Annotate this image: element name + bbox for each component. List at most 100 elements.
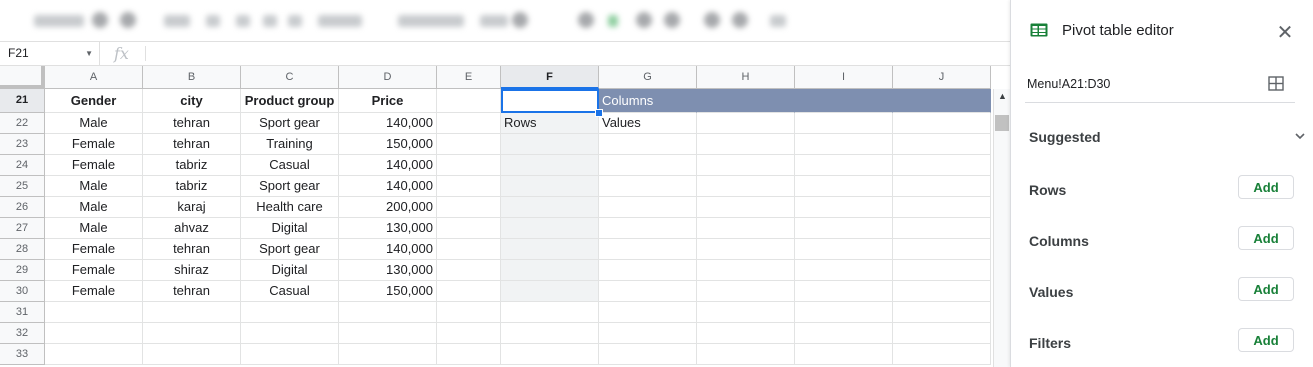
table-cell[interactable]: Digital (241, 218, 339, 239)
column-header-J[interactable]: J (893, 66, 991, 89)
vertical-scrollbar[interactable]: ▲ (993, 89, 1011, 367)
grid-cell[interactable] (437, 89, 501, 113)
grid-cell[interactable] (599, 302, 697, 323)
column-header-H[interactable]: H (697, 66, 795, 89)
table-cell[interactable]: tehran (143, 113, 241, 134)
table-header-cell[interactable]: Product group (241, 89, 339, 113)
add-filters-button[interactable]: Add (1238, 328, 1294, 352)
grid-cell[interactable] (437, 239, 501, 260)
table-cell[interactable]: shiraz (143, 260, 241, 281)
grid-cell[interactable] (45, 323, 143, 344)
grid-cell[interactable] (795, 218, 893, 239)
table-cell[interactable]: Sport gear (241, 113, 339, 134)
grid-cell[interactable] (697, 239, 795, 260)
pivot-rows-label[interactable]: Rows (501, 113, 599, 134)
grid-cell[interactable] (795, 260, 893, 281)
grid-cell[interactable] (437, 281, 501, 302)
scroll-thumb[interactable] (995, 115, 1009, 131)
pivot-row-cell[interactable] (501, 218, 599, 239)
row-header-22[interactable]: 22 (0, 113, 45, 134)
grid-cell[interactable] (437, 197, 501, 218)
grid-cell[interactable] (437, 323, 501, 344)
grid-cell[interactable] (599, 155, 697, 176)
pivot-header-cell[interactable] (795, 89, 893, 113)
grid-cell[interactable] (795, 302, 893, 323)
grid-cell[interactable] (697, 176, 795, 197)
grid-cell[interactable] (599, 176, 697, 197)
table-cell[interactable]: Female (45, 260, 143, 281)
row-header-29[interactable]: 29 (0, 260, 45, 281)
close-icon[interactable]: ✕ (1274, 20, 1296, 45)
table-cell[interactable]: 130,000 (339, 260, 437, 281)
select-all-corner[interactable] (0, 66, 45, 89)
grid-cell[interactable] (599, 218, 697, 239)
pivot-row-cell[interactable] (501, 134, 599, 155)
table-cell[interactable]: karaj (143, 197, 241, 218)
scroll-up-icon[interactable]: ▲ (994, 91, 1011, 101)
table-cell[interactable]: Casual (241, 281, 339, 302)
grid-cell[interactable] (437, 134, 501, 155)
table-header-cell[interactable]: Price (339, 89, 437, 113)
row-header-28[interactable]: 28 (0, 239, 45, 260)
pivot-row-cell[interactable] (501, 176, 599, 197)
grid-cell[interactable] (697, 113, 795, 134)
column-header-C[interactable]: C (241, 66, 339, 89)
grid-cell[interactable] (697, 155, 795, 176)
column-header-A[interactable]: A (45, 66, 143, 89)
pivot-row-cell[interactable] (501, 155, 599, 176)
grid-cell[interactable] (697, 281, 795, 302)
table-cell[interactable]: Female (45, 155, 143, 176)
grid-cell[interactable] (241, 323, 339, 344)
table-cell[interactable]: Male (45, 113, 143, 134)
grid-cell[interactable] (893, 155, 991, 176)
table-header-cell[interactable]: city (143, 89, 241, 113)
grid-cell[interactable] (501, 323, 599, 344)
table-cell[interactable]: 150,000 (339, 281, 437, 302)
table-cell[interactable]: Health care (241, 197, 339, 218)
grid-cell[interactable] (339, 302, 437, 323)
row-header-23[interactable]: 23 (0, 134, 45, 155)
grid-cell[interactable] (893, 176, 991, 197)
add-rows-button[interactable]: Add (1238, 175, 1294, 199)
grid-cell[interactable] (795, 176, 893, 197)
grid-cell[interactable] (143, 344, 241, 365)
grid-cell[interactable] (501, 344, 599, 365)
grid-cell[interactable] (893, 218, 991, 239)
table-cell[interactable]: Digital (241, 260, 339, 281)
add-values-button[interactable]: Add (1238, 277, 1294, 301)
grid-select-icon[interactable] (1268, 76, 1284, 96)
grid-cell[interactable] (697, 134, 795, 155)
table-cell[interactable]: Casual (241, 155, 339, 176)
table-cell[interactable]: tabriz (143, 155, 241, 176)
row-header-24[interactable]: 24 (0, 155, 45, 176)
table-cell[interactable]: Female (45, 239, 143, 260)
grid-cell[interactable] (795, 113, 893, 134)
table-cell[interactable]: 150,000 (339, 134, 437, 155)
grid-cell[interactable] (45, 302, 143, 323)
grid-cell[interactable] (45, 344, 143, 365)
grid-cell[interactable] (893, 134, 991, 155)
grid-cell[interactable] (893, 260, 991, 281)
column-header-F[interactable]: F (501, 66, 599, 89)
column-header-D[interactable]: D (339, 66, 437, 89)
grid-cell[interactable] (339, 344, 437, 365)
pivot-row-cell[interactable] (501, 239, 599, 260)
row-header-32[interactable]: 32 (0, 323, 45, 344)
column-header-G[interactable]: G (599, 66, 697, 89)
table-cell[interactable]: tehran (143, 281, 241, 302)
row-header-27[interactable]: 27 (0, 218, 45, 239)
pivot-values-label[interactable]: Values (599, 113, 697, 134)
grid-cell[interactable] (437, 113, 501, 134)
grid-cell[interactable] (893, 113, 991, 134)
grid-cell[interactable] (241, 302, 339, 323)
pivot-corner-cell[interactable] (501, 89, 599, 113)
grid-cell[interactable] (893, 323, 991, 344)
grid-cell[interactable] (795, 197, 893, 218)
grid-cell[interactable] (599, 260, 697, 281)
data-range-row[interactable]: Menu!A21:D30 (1025, 62, 1295, 103)
grid-cell[interactable] (241, 344, 339, 365)
row-header-31[interactable]: 31 (0, 302, 45, 323)
grid-cell[interactable] (893, 302, 991, 323)
grid-cell[interactable] (143, 302, 241, 323)
pivot-row-cell[interactable] (501, 197, 599, 218)
